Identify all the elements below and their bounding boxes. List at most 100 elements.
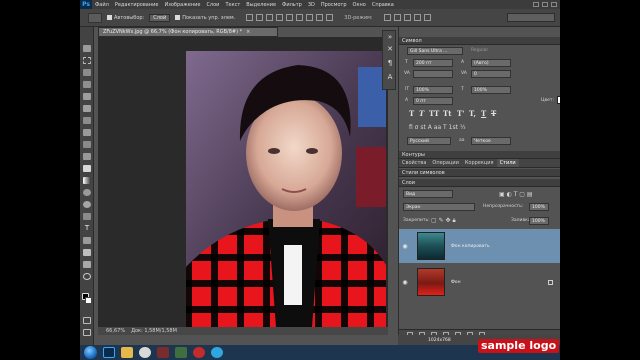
eyedropper-tool-icon[interactable] (83, 105, 91, 112)
layer-name[interactable]: Фон копировать (451, 244, 490, 249)
align-left-icon[interactable] (276, 14, 284, 21)
subscript-icon[interactable]: T, (469, 109, 476, 118)
horizontal-scale-field[interactable]: 100% (471, 86, 511, 94)
layer-name[interactable]: Фон (451, 280, 461, 285)
layer-row[interactable]: ◉ Фон копировать (399, 229, 560, 263)
quick-select-tool-icon[interactable] (83, 81, 91, 88)
gradient-tool-icon[interactable] (83, 177, 91, 184)
folder-taskbar-icon[interactable] (121, 347, 133, 358)
tab-properties[interactable]: Свойства (399, 159, 429, 167)
align-middle-icon[interactable] (256, 14, 264, 21)
faux-italic-icon[interactable]: T (419, 109, 424, 118)
visibility-eye-icon[interactable]: ◉ (399, 243, 411, 250)
menu-image[interactable]: Изображение (161, 2, 203, 8)
shape-tool-icon[interactable] (83, 249, 91, 256)
font-style-label[interactable]: Regular (471, 48, 488, 53)
menu-view[interactable]: Просмотр (318, 2, 350, 8)
layer-row[interactable]: ◉ Фон (399, 265, 560, 299)
underline-icon[interactable]: T (481, 109, 486, 118)
move-tool-preset-icon[interactable] (88, 12, 102, 23)
menu-filter[interactable]: Фильтр (279, 2, 305, 8)
align-right-icon[interactable] (296, 14, 304, 21)
character-styles-tab[interactable]: Стили символов (399, 169, 560, 177)
lock-icons[interactable]: ▢ ✎ ✥ 🔒︎ (431, 217, 456, 225)
kerning-field[interactable] (413, 70, 453, 78)
3d-roll-icon[interactable] (393, 14, 401, 21)
hand-tool-icon[interactable] (83, 261, 91, 268)
history-brush-tool-icon[interactable] (83, 153, 91, 160)
tab-adjustments[interactable]: Коррекция (462, 159, 497, 167)
dodge-tool-icon[interactable] (83, 201, 91, 208)
distribute-icon[interactable] (316, 14, 324, 21)
canvas-area[interactable] (98, 37, 388, 327)
autoselect-checkbox[interactable]: Автовыбор: (107, 15, 144, 21)
zoom-level[interactable]: 66,67% (106, 328, 125, 334)
menu-type[interactable]: Текст (222, 2, 243, 8)
character-panel-tab[interactable]: Символ (399, 37, 560, 45)
strikethrough-icon[interactable]: T (491, 109, 496, 118)
layers-tab[interactable]: Слои (399, 179, 560, 187)
layer-kind-filter[interactable]: Вид (403, 190, 453, 198)
close-window-icon[interactable] (551, 2, 557, 7)
3d-scale-icon[interactable] (423, 14, 431, 21)
crop-tool-icon[interactable] (83, 93, 91, 100)
document-tab[interactable]: ZFuZVNkWs.jpg @ 66,7% (Фон копировать, R… (98, 27, 278, 37)
paths-tab[interactable]: Контуры (399, 151, 560, 159)
opera-taskbar-icon[interactable] (193, 347, 205, 358)
collapse-arrows-icon[interactable]: » (386, 33, 394, 41)
opacity-field[interactable]: 100% (529, 203, 549, 211)
menu-window[interactable]: Окно (350, 2, 369, 8)
menu-help[interactable]: Справка (369, 2, 397, 8)
healing-brush-tool-icon[interactable] (83, 117, 91, 124)
eraser-tool-icon[interactable] (83, 165, 91, 172)
tab-styles[interactable]: Стили (496, 159, 519, 167)
menu-select[interactable]: Выделение (243, 2, 279, 8)
tools-cross-icon[interactable]: ✕ (386, 45, 394, 53)
paragraph-icon[interactable]: ¶ (386, 59, 394, 67)
faux-bold-icon[interactable]: T (409, 109, 414, 118)
move-tool-icon[interactable] (83, 45, 91, 52)
3d-slide-icon[interactable] (413, 14, 421, 21)
tab-actions[interactable]: Операции (429, 159, 461, 167)
align-bottom-icon[interactable] (266, 14, 274, 21)
zoom-tool-icon[interactable] (83, 273, 91, 280)
path-selection-tool-icon[interactable] (83, 237, 91, 244)
screen-mode-icon[interactable] (83, 329, 91, 336)
chrome-taskbar-icon[interactable] (139, 347, 151, 358)
menu-edit[interactable]: Редактирование (112, 2, 162, 8)
quick-mask-icon[interactable] (83, 317, 91, 324)
workspace-switcher[interactable] (507, 13, 555, 22)
media-taskbar-icon[interactable] (157, 347, 169, 358)
minimize-icon[interactable] (533, 2, 539, 7)
leading-field[interactable]: (Авто) (471, 59, 511, 67)
text-color-swatch[interactable] (557, 96, 560, 104)
align-center-icon[interactable] (286, 14, 294, 21)
type-tool-icon[interactable]: T (83, 225, 91, 232)
vertical-scale-field[interactable]: 100% (413, 86, 453, 94)
start-button-icon[interactable] (84, 346, 97, 359)
superscript-icon[interactable]: T' (457, 109, 464, 118)
maximize-icon[interactable] (542, 2, 548, 7)
background-color-swatch[interactable] (85, 297, 92, 304)
close-document-icon[interactable]: × (246, 29, 250, 35)
menu-3d[interactable]: 3D (305, 2, 318, 8)
menu-layers[interactable]: Слои (203, 2, 222, 8)
small-caps-icon[interactable]: Tt (443, 109, 451, 118)
blend-mode-select[interactable]: Экран (403, 203, 475, 211)
3d-orbit-icon[interactable] (383, 14, 391, 21)
align-top-icon[interactable] (246, 14, 254, 21)
all-caps-icon[interactable]: TT (429, 109, 439, 118)
pen-tool-icon[interactable] (83, 213, 91, 220)
character-panel-icon[interactable]: A (386, 73, 394, 81)
baseline-shift-field[interactable]: 0 пт (413, 97, 453, 105)
autoselect-dropdown[interactable]: Слой (149, 13, 171, 22)
tracking-field[interactable]: 0 (471, 70, 511, 78)
menu-file[interactable]: Файл (92, 2, 112, 8)
distribute-icon[interactable] (306, 14, 314, 21)
blur-tool-icon[interactable] (83, 189, 91, 196)
show-controls-checkbox[interactable]: Показать упр. элем. (175, 15, 235, 21)
language-select[interactable]: Русский (407, 137, 451, 145)
3d-pan-icon[interactable] (403, 14, 411, 21)
brush-tool-icon[interactable] (83, 129, 91, 136)
fill-field[interactable]: 100% (529, 217, 549, 225)
